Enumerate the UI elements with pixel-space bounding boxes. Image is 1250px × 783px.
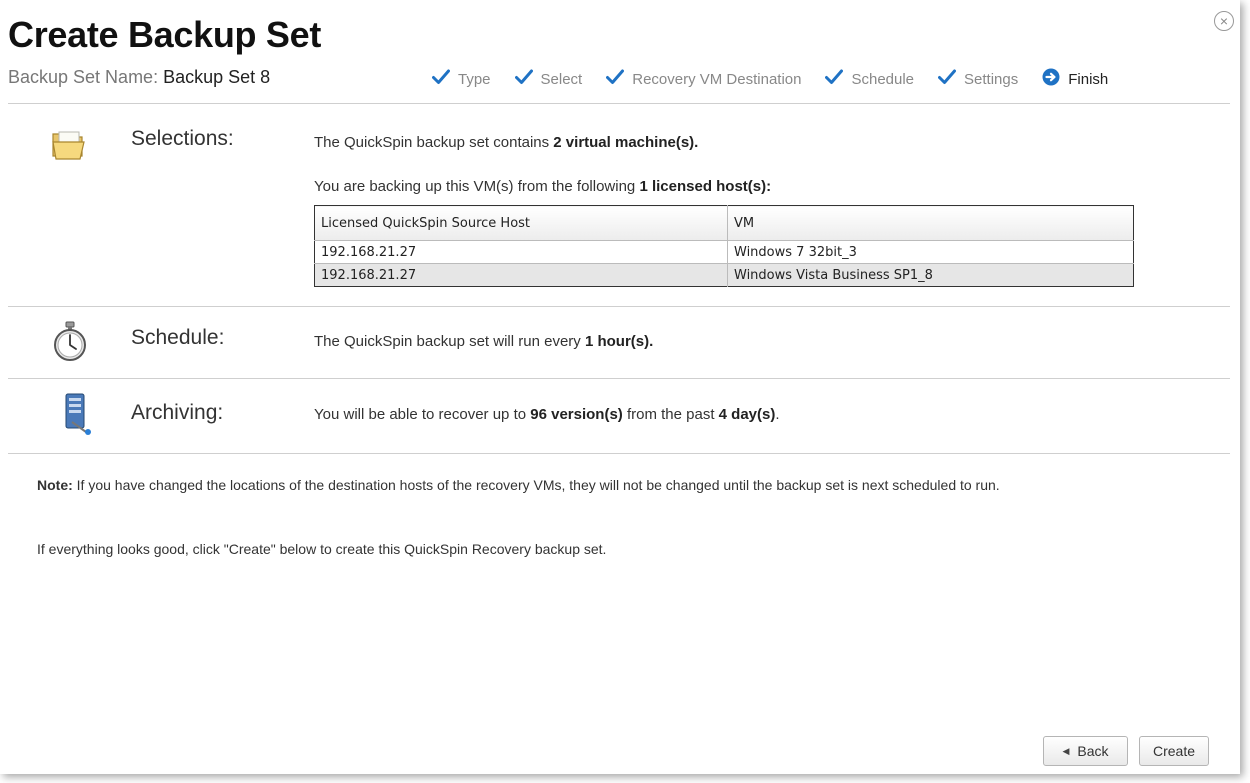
selections-line2-bold: 1 licensed host(s): xyxy=(639,178,772,195)
step-finish[interactable]: Finish xyxy=(1042,68,1108,90)
step-select-label: Select xyxy=(540,70,583,88)
archiving-days: 4 day(s) xyxy=(718,406,776,423)
schedule-interval: 1 hour(s). xyxy=(584,333,654,350)
backup-set-name-value: Backup Set 8 xyxy=(163,67,271,87)
create-button-label: Create xyxy=(1152,743,1196,759)
column-header-source-host[interactable]: Licensed QuickSpin Source Host xyxy=(314,205,728,241)
schedule-text-pre: The QuickSpin backup set will run every xyxy=(314,333,585,350)
divider xyxy=(8,453,1230,454)
selections-vm-count: The QuickSpin backup set contains 2 virt… xyxy=(314,134,698,151)
check-icon xyxy=(938,69,957,89)
divider xyxy=(8,378,1230,379)
column-header-vm[interactable]: VM xyxy=(727,205,1134,241)
note-label: Note: xyxy=(37,477,73,493)
selections-host-count: You are backing up this VM(s) from the f… xyxy=(314,178,771,195)
divider xyxy=(8,306,1230,307)
divider xyxy=(8,103,1230,104)
step-finish-label: Finish xyxy=(1068,70,1109,88)
step-recovery-vm-destination-label: Recovery VM Destination xyxy=(632,70,802,88)
note-body: If you have changed the locations of the… xyxy=(72,477,1000,493)
create-button[interactable]: Create xyxy=(1139,736,1209,766)
schedule-text: The QuickSpin backup set will run every … xyxy=(314,333,653,350)
stopwatch-icon xyxy=(53,321,87,368)
archiving-text-post: . xyxy=(775,406,780,423)
section-label-schedule: Schedule: xyxy=(131,326,225,349)
hint-text: If everything looks good, click "Create"… xyxy=(37,541,607,557)
note-text: Note: If you have changed the locations … xyxy=(37,475,1157,495)
server-icon xyxy=(62,392,98,441)
table-cell-host: 192.168.21.27 xyxy=(314,263,728,287)
archiving-text: You will be able to recover up to 96 ver… xyxy=(314,406,780,423)
step-type-label: Type xyxy=(458,70,491,88)
table-header-row: Licensed QuickSpin Source Host VM xyxy=(314,205,1134,241)
step-select[interactable]: Select xyxy=(514,69,583,89)
selections-line1-bold: 2 virtual machine(s). xyxy=(553,134,699,151)
folder-icon xyxy=(51,128,89,167)
close-icon[interactable]: × xyxy=(1214,11,1234,31)
archiving-versions: 96 version(s) xyxy=(530,406,623,423)
check-icon xyxy=(514,69,533,89)
create-backup-set-dialog: Create Backup Set × Backup Set Name: Bac… xyxy=(0,0,1240,774)
section-label-selections: Selections: xyxy=(131,127,234,150)
step-recovery-vm-destination[interactable]: Recovery VM Destination xyxy=(606,69,801,89)
arrow-circle-icon xyxy=(1042,68,1060,90)
step-settings[interactable]: Settings xyxy=(938,69,1018,89)
check-icon xyxy=(432,69,450,89)
step-schedule[interactable]: Schedule xyxy=(825,69,914,89)
hosts-table: Licensed QuickSpin Source Host VM 192.16… xyxy=(314,205,1134,287)
back-button[interactable]: ◀ Back xyxy=(1043,736,1128,766)
table-cell-host: 192.168.21.27 xyxy=(321,244,417,260)
selections-line1-text: The QuickSpin backup set contains xyxy=(314,134,554,151)
back-button-label: Back xyxy=(1077,743,1109,759)
wizard-steps: Type Select Recovery VM Destination Sche… xyxy=(432,68,1108,90)
step-schedule-label: Schedule xyxy=(851,70,915,88)
archiving-text-pre: You will be able to recover up to xyxy=(314,406,531,423)
table-cell-vm: Windows 7 32bit_3 xyxy=(727,240,1134,264)
dialog-title: Create Backup Set xyxy=(8,14,322,55)
selections-line2-text: You are backing up this VM(s) from the f… xyxy=(314,178,640,195)
check-icon xyxy=(606,69,625,89)
table-row[interactable]: 192.168.21.27 Windows 7 32bit_3 xyxy=(315,240,1134,264)
step-type[interactable]: Type xyxy=(432,69,491,89)
archiving-text-mid: from the past xyxy=(622,406,719,423)
step-settings-label: Settings xyxy=(964,70,1019,88)
table-cell-vm: Windows Vista Business SP1_8 xyxy=(727,263,1134,287)
backup-set-name: Backup Set Name: Backup Set 8 xyxy=(8,67,270,88)
backup-set-name-label: Backup Set Name: xyxy=(8,67,159,87)
table-row[interactable]: 192.168.21.27 Windows Vista Business SP1… xyxy=(314,263,1134,287)
section-label-archiving: Archiving: xyxy=(131,401,224,424)
check-icon xyxy=(825,69,844,89)
arrow-left-icon: ◀ xyxy=(1062,745,1070,756)
